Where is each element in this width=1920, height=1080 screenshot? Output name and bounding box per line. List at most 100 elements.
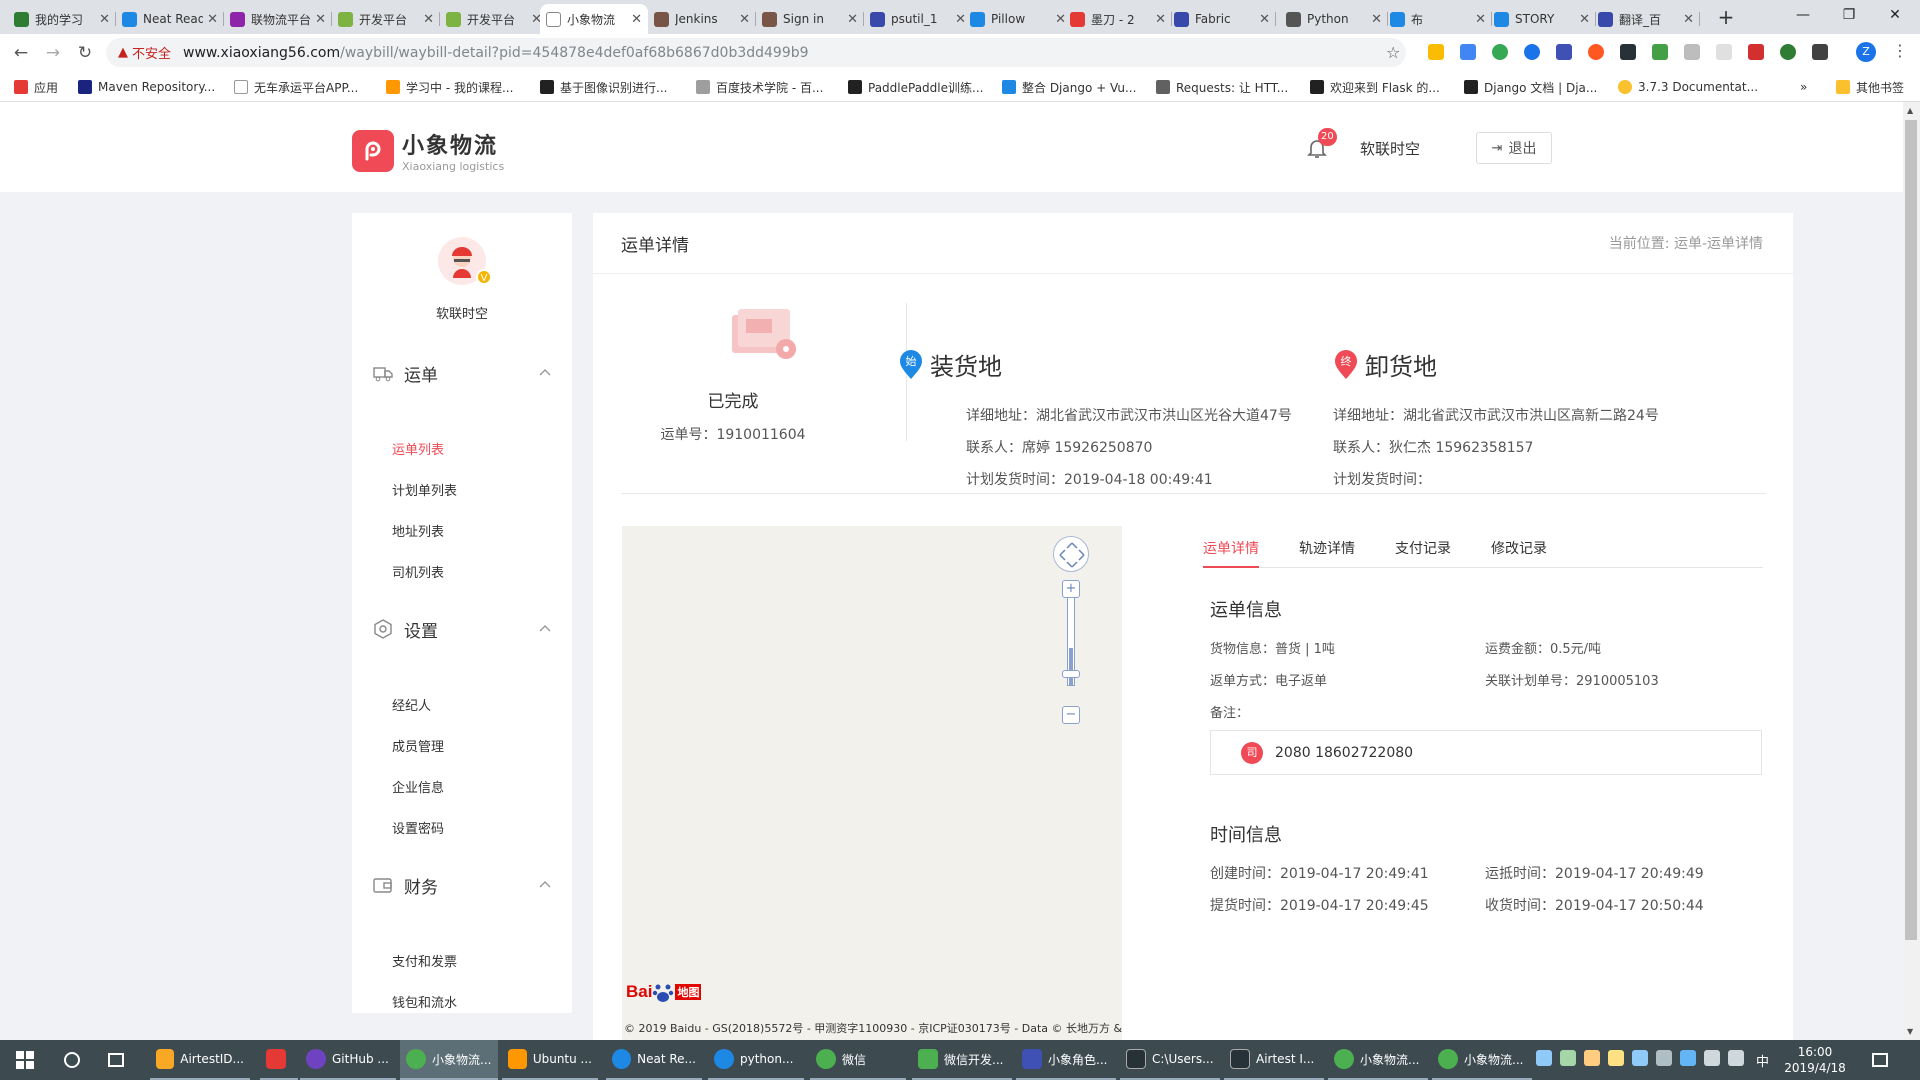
scroll-down-icon[interactable]: ▼ <box>1907 1027 1913 1036</box>
tray-icon[interactable] <box>1632 1050 1648 1066</box>
bookmark-item[interactable]: 基于图像识别进行... <box>540 77 667 97</box>
scroll-up-icon[interactable]: ▲ <box>1907 106 1913 115</box>
network-icon[interactable] <box>1704 1050 1720 1066</box>
sidebar-section-waybill[interactable]: 运单 <box>372 358 552 388</box>
system-clock[interactable]: 16:00 2019/4/18 <box>1780 1044 1850 1076</box>
cortana-search-button[interactable] <box>58 1040 86 1080</box>
new-tab-button[interactable]: + <box>1712 4 1740 32</box>
taskbar-app-active[interactable]: 小象物流... <box>400 1040 498 1080</box>
tab-modify-record[interactable]: 修改记录 <box>1491 538 1547 568</box>
sidebar-item-set-password[interactable]: 设置密码 <box>392 818 444 837</box>
tray-icon[interactable] <box>1536 1050 1552 1066</box>
volume-icon[interactable] <box>1728 1050 1744 1066</box>
more-menu-icon[interactable]: ⋮ <box>1892 41 1908 60</box>
bookmark-apps[interactable]: 应用 <box>14 77 58 97</box>
header-user-name[interactable]: 软联时空 <box>1360 138 1420 159</box>
maximize-button[interactable]: ❐ <box>1826 2 1872 28</box>
browser-tab[interactable]: 开发平台 ✕ <box>440 4 548 34</box>
bookmark-item[interactable]: 3.7.3 Documentat... <box>1618 77 1758 97</box>
taskbar-app[interactable]: GitHub ... <box>300 1040 396 1080</box>
page-scrollbar[interactable]: ▲ ▼ <box>1903 102 1920 1040</box>
close-tab-icon[interactable]: ✕ <box>1579 12 1590 27</box>
extension-icon[interactable] <box>1716 44 1732 60</box>
action-center-button[interactable] <box>1866 1040 1894 1080</box>
map-zoom-out-button[interactable]: − <box>1062 706 1080 724</box>
browser-tab[interactable]: Sign in ✕ <box>756 4 864 34</box>
close-window-button[interactable]: ✕ <box>1872 2 1918 28</box>
forward-button[interactable]: → <box>40 40 66 66</box>
bookmarks-overflow-button[interactable]: » <box>1800 77 1807 97</box>
close-tab-icon[interactable]: ✕ <box>423 12 434 27</box>
bookmark-item[interactable]: 百度技术学院 - 百... <box>696 77 823 97</box>
extension-icon[interactable] <box>1748 44 1764 60</box>
baidu-map[interactable]: + − Bai 地图 © 2019 Baidu - GS(2018)5572号 … <box>622 526 1122 1040</box>
profile-avatar[interactable]: Z <box>1856 42 1876 62</box>
close-tab-icon[interactable]: ✕ <box>99 12 110 27</box>
sidebar-item-driver-list[interactable]: 司机列表 <box>392 562 444 581</box>
browser-tab[interactable]: psutil_1 ✕ <box>864 4 972 34</box>
tray-icon[interactable] <box>1608 1050 1624 1066</box>
site-logo[interactable]: 小象物流 Xiaoxiang logistics <box>352 128 504 173</box>
sidebar-item-plan-list[interactable]: 计划单列表 <box>392 480 457 499</box>
browser-tab[interactable]: Jenkins ✕ <box>648 4 756 34</box>
browser-tab[interactable]: 布 ✕ <box>1384 4 1492 34</box>
minimize-button[interactable]: — <box>1780 2 1826 28</box>
taskbar-app[interactable]: 小象物流... <box>1432 1040 1532 1080</box>
security-label[interactable]: 不安全 <box>132 43 171 62</box>
close-tab-icon[interactable]: ✕ <box>1259 12 1270 27</box>
taskbar-app[interactable]: 微信 <box>810 1040 906 1080</box>
sidebar-item-wallet[interactable]: 钱包和流水 <box>392 992 457 1011</box>
logout-button[interactable]: ⇥ 退出 <box>1476 132 1552 164</box>
back-button[interactable]: ← <box>8 40 34 66</box>
close-tab-icon[interactable]: ✕ <box>1683 12 1694 27</box>
input-method-indicator[interactable]: 中 <box>1750 1040 1775 1080</box>
close-tab-icon[interactable]: ✕ <box>1371 12 1382 27</box>
taskbar-app[interactable]: 小象角色... <box>1016 1040 1116 1080</box>
browser-tab[interactable]: Fabric ✕ <box>1168 4 1276 34</box>
task-view-button[interactable] <box>102 1040 130 1080</box>
extension-icon[interactable] <box>1428 44 1444 60</box>
browser-tab[interactable]: STORY ✕ <box>1488 4 1596 34</box>
browser-tab[interactable]: 翻译_百 ✕ <box>1592 4 1700 34</box>
bookmark-star-icon[interactable]: ☆ <box>1386 43 1400 62</box>
close-tab-icon[interactable]: ✕ <box>1475 12 1486 27</box>
taskbar-app[interactable]: 小象物流... <box>1328 1040 1428 1080</box>
start-button[interactable] <box>10 1040 40 1080</box>
tab-waybill-detail[interactable]: 运单详情 <box>1203 538 1259 568</box>
browser-tab[interactable]: 联物流平台 ✕ <box>224 4 332 34</box>
taskbar-app[interactable]: Airtest I... <box>1224 1040 1324 1080</box>
sidebar-section-settings[interactable]: 设置 <box>372 614 552 644</box>
bookmark-item[interactable]: 欢迎来到 Flask 的... <box>1310 77 1440 97</box>
browser-tab-active[interactable]: 小象物流 ✕ <box>540 4 648 34</box>
sidebar-item-address-list[interactable]: 地址列表 <box>392 521 444 540</box>
taskbar-app[interactable]: 微信开发... <box>912 1040 1012 1080</box>
wechat-tray-icon[interactable] <box>1560 1050 1576 1066</box>
bluetooth-icon[interactable] <box>1680 1050 1696 1066</box>
sidebar-item-waybill-list[interactable]: 运单列表 <box>392 439 444 458</box>
close-tab-icon[interactable]: ✕ <box>847 12 858 27</box>
taskbar-app[interactable]: python... <box>708 1040 804 1080</box>
close-tab-icon[interactable]: ✕ <box>315 12 326 27</box>
bookmark-item[interactable]: 学习中 - 我的课程... <box>386 77 513 97</box>
bookmark-item[interactable]: 整合 Django + Vu... <box>1002 77 1136 97</box>
tab-payment-record[interactable]: 支付记录 <box>1395 538 1451 568</box>
address-bar[interactable]: ▲ 不安全 www.xiaoxiang56.com/waybill/waybil… <box>106 38 1406 67</box>
taskbar-app[interactable]: Ubuntu ... <box>502 1040 598 1080</box>
close-tab-icon[interactable]: ✕ <box>1155 12 1166 27</box>
extension-icon[interactable] <box>1620 44 1636 60</box>
close-tab-icon[interactable]: ✕ <box>631 12 642 27</box>
extension-icon[interactable] <box>1588 44 1604 60</box>
taskbar-app[interactable]: Neat Re... <box>606 1040 702 1080</box>
scrollbar-thumb[interactable] <box>1905 120 1917 940</box>
browser-tab[interactable]: 墨刀 - 2 ✕ <box>1064 4 1172 34</box>
tab-track-detail[interactable]: 轨迹详情 <box>1299 538 1355 568</box>
browser-tab[interactable]: 我的学习 ✕ <box>8 4 116 34</box>
sidebar-section-finance[interactable]: 财务 <box>372 870 552 900</box>
bookmark-item[interactable]: 无车承运平台APP... <box>234 77 358 97</box>
reload-button[interactable]: ↻ <box>72 40 98 66</box>
sidebar-item-company-info[interactable]: 企业信息 <box>392 777 444 796</box>
shield-extension-icon[interactable] <box>1492 44 1508 60</box>
taskbar-app[interactable]: AirtestID... <box>150 1040 250 1080</box>
bookmark-item[interactable]: PaddlePaddle训练... <box>848 77 983 97</box>
close-tab-icon[interactable]: ✕ <box>739 12 750 27</box>
